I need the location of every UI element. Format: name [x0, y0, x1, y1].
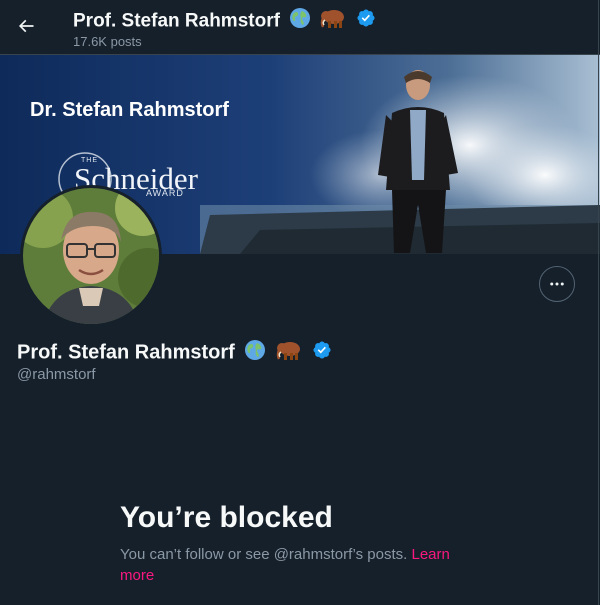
- more-dots-icon: [550, 282, 564, 286]
- blocked-title: You’re blocked: [120, 501, 333, 534]
- verified-badge-icon[interactable]: [312, 340, 332, 366]
- header-name: Prof. Stefan Rahmstorf: [73, 10, 280, 32]
- column-divider: [598, 0, 599, 605]
- mammoth-icon: [320, 7, 346, 36]
- banner-title: Dr. Stefan Rahmstorf: [30, 99, 229, 121]
- more-options-button[interactable]: [539, 266, 575, 302]
- profile-handle: @rahmstorf: [17, 366, 96, 383]
- back-button[interactable]: [8, 8, 44, 44]
- profile-page: Prof. Stefan Rahmstorf 17.6K posts Dr. S…: [0, 0, 600, 605]
- globe-icon: [289, 7, 311, 36]
- banner-award-subtitle: AWARD: [146, 188, 184, 198]
- back-arrow-icon: [18, 19, 34, 33]
- blocked-message-text: You can’t follow or see @rahmstorf’s pos…: [120, 546, 408, 563]
- blocked-message: You can’t follow or see @rahmstorf’s pos…: [120, 544, 480, 586]
- top-bar: Prof. Stefan Rahmstorf 17.6K posts: [0, 0, 600, 53]
- header-title: Prof. Stefan Rahmstorf: [73, 7, 376, 36]
- profile-name: Prof. Stefan Rahmstorf: [17, 339, 332, 367]
- avatar-photo: [23, 188, 159, 324]
- avatar[interactable]: [20, 185, 162, 327]
- verified-badge-icon: [356, 8, 376, 35]
- globe-icon: [244, 339, 266, 367]
- profile-name-text: Prof. Stefan Rahmstorf: [17, 341, 235, 364]
- mammoth-icon: [276, 339, 302, 367]
- posts-count: 17.6K posts: [73, 34, 142, 49]
